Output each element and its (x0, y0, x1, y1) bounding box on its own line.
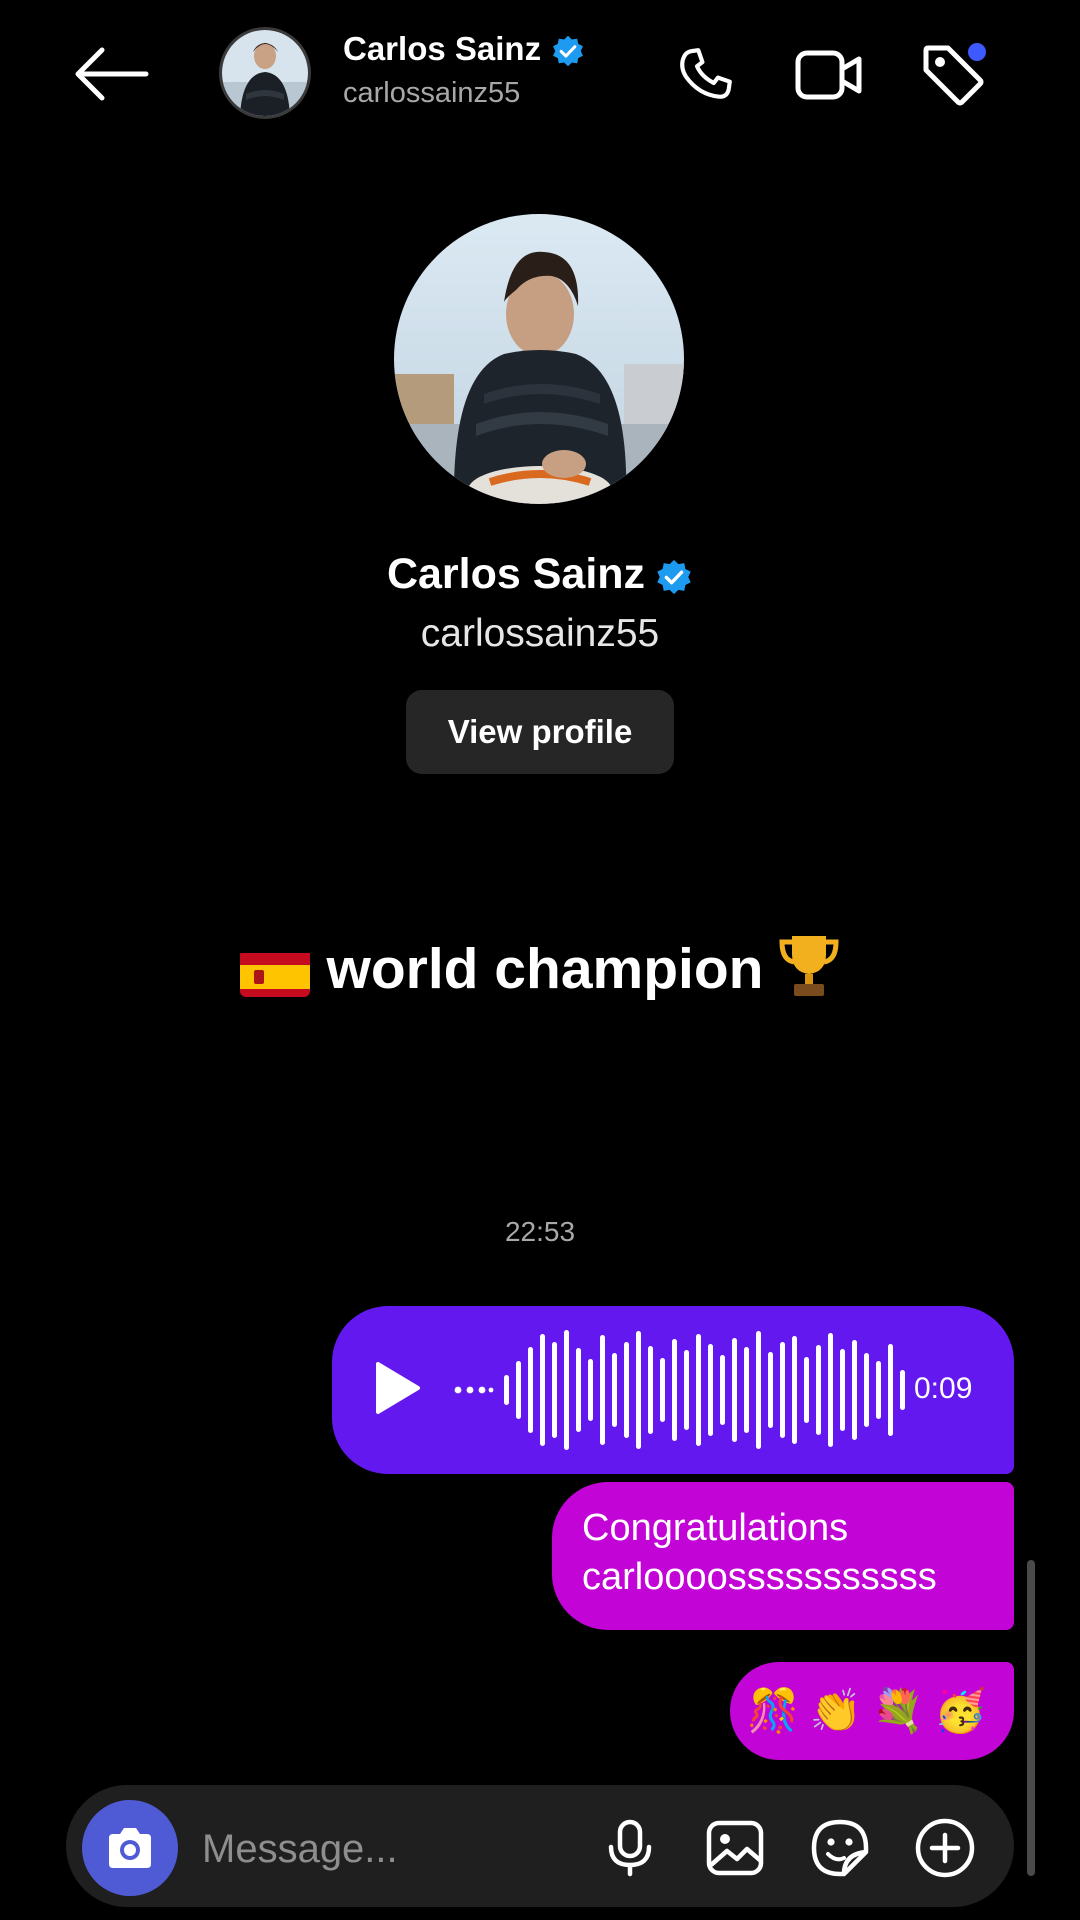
header-name-text: Carlos Sainz (343, 30, 542, 67)
waveform-bar (576, 1348, 581, 1432)
message-line: Congratulations (582, 1507, 849, 1549)
waveform-bar (888, 1344, 893, 1436)
trophy-icon (778, 932, 840, 1014)
phone-icon (680, 48, 732, 99)
waveform-bar (648, 1346, 653, 1434)
more-options-button[interactable] (913, 1816, 977, 1880)
profile-username: carlossainz55 (420, 612, 660, 655)
waveform-bar (540, 1334, 545, 1446)
waveform-bar (636, 1331, 641, 1449)
waveform-bar (756, 1331, 761, 1449)
back-arrow-icon[interactable] (72, 44, 150, 104)
gallery-button[interactable] (703, 1816, 767, 1880)
sticker-button[interactable] (808, 1816, 872, 1880)
waveform-bar (504, 1375, 509, 1405)
message-input[interactable] (200, 1816, 584, 1882)
waveform-bar (612, 1353, 617, 1427)
waveform-bar (792, 1336, 797, 1444)
notification-dot (968, 43, 986, 61)
waveform-bar (588, 1359, 593, 1421)
waveform-bar (900, 1370, 905, 1410)
waveform-bar (828, 1333, 833, 1447)
video-call-button[interactable] (794, 40, 864, 110)
voice-record-button[interactable] (598, 1816, 662, 1880)
world-champion-text: world champion (326, 937, 764, 1002)
waveform-bar (876, 1361, 881, 1419)
header-contact-name[interactable]: Carlos Sainz (343, 30, 585, 68)
waveform-bar (516, 1361, 521, 1419)
waveform-bar (624, 1342, 629, 1438)
spain-flag-icon (240, 949, 311, 997)
waveform-bar (684, 1350, 689, 1430)
audio-call-button[interactable] (670, 40, 740, 110)
waveform-bar (732, 1338, 737, 1442)
sticker-icon (811, 1819, 869, 1877)
voice-duration: 0:09 (914, 1372, 973, 1405)
gallery-icon (706, 1820, 764, 1876)
microphone-icon (608, 1819, 652, 1877)
tag-button[interactable] (918, 40, 988, 110)
message-line: carloooosssssssssss (582, 1556, 937, 1598)
waveform-bar (720, 1355, 725, 1425)
emoji-message-bubble[interactable]: 🎊👏💐🥳 (730, 1662, 1014, 1760)
profile-photo[interactable] (394, 214, 684, 504)
waveform-bar (840, 1349, 845, 1431)
profile-name: Carlos Sainz (0, 550, 1080, 599)
verified-badge-icon (657, 559, 691, 594)
waveform-bar (852, 1340, 857, 1440)
emoji-text: 🎊👏💐🥳 (747, 1686, 997, 1734)
waveform-bar (804, 1357, 809, 1423)
header-avatar[interactable] (219, 27, 311, 119)
waveform-dots (454, 1386, 494, 1394)
waveform-bar (864, 1353, 869, 1427)
waveform-bar (528, 1347, 533, 1433)
waveform-bar (672, 1339, 677, 1441)
video-camera-icon (795, 50, 862, 100)
scrollbar[interactable] (1027, 1560, 1035, 1876)
waveform-bar (744, 1347, 749, 1433)
camera-button[interactable] (82, 1800, 178, 1896)
audio-waveform (504, 1330, 905, 1450)
waveform-bar (600, 1335, 605, 1445)
world-champion-message: world champion (0, 932, 1080, 1014)
waveform-bar (768, 1352, 773, 1428)
verified-badge-icon (553, 35, 584, 67)
camera-icon (109, 1828, 151, 1868)
waveform-bar (816, 1345, 821, 1435)
profile-name-text: Carlos Sainz (386, 550, 646, 598)
plus-icon (915, 1818, 975, 1878)
waveform-bar (564, 1330, 569, 1450)
message-timestamp: 22:53 (504, 1216, 576, 1247)
waveform-bar (780, 1342, 785, 1438)
view-profile-button[interactable]: View profile (406, 690, 674, 774)
waveform-bar (660, 1358, 665, 1422)
waveform-bar (696, 1334, 701, 1446)
tag-icon (923, 43, 986, 106)
waveform-bar (708, 1344, 713, 1436)
text-message-bubble[interactable]: Congratulations carloooosssssssssss (552, 1482, 1014, 1630)
waveform-bar (552, 1342, 557, 1438)
play-icon[interactable] (372, 1360, 422, 1416)
header-username: carlossainz55 (343, 77, 521, 109)
